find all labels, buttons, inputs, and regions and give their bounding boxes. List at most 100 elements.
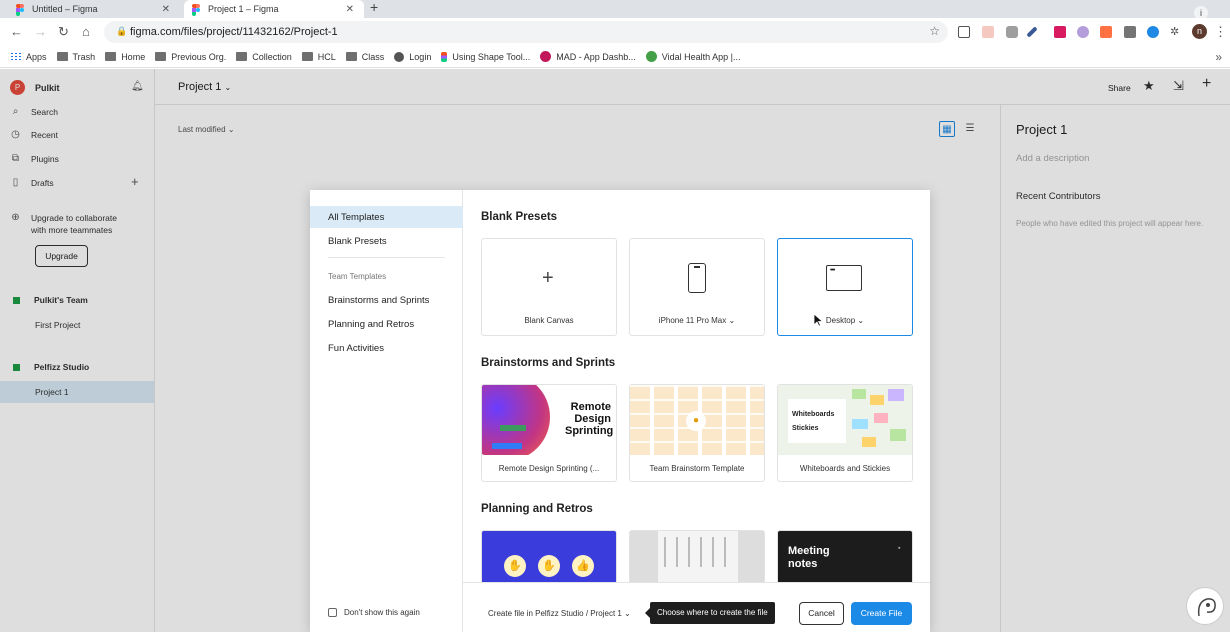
- home-icon[interactable]: ⌂: [82, 24, 90, 39]
- back-arrow-icon[interactable]: ←: [10, 24, 23, 39]
- emoji-icon: ●: [686, 411, 706, 431]
- template-card-planning-1[interactable]: ✋ ✋ 👍: [481, 530, 617, 582]
- tab-title: Untitled – Figma: [32, 4, 98, 14]
- template-card-desktop[interactable]: ••• Desktop ⌄: [777, 238, 913, 336]
- bookmark-class[interactable]: Class: [345, 52, 384, 62]
- browser-tab-project-1[interactable]: Project 1 – Figma ✕: [184, 0, 364, 18]
- folder-icon: [56, 52, 68, 61]
- bookmark-star-icon[interactable]: ☆: [929, 24, 940, 38]
- category-planning[interactable]: Planning and Retros: [328, 319, 414, 330]
- template-card-whiteboards[interactable]: Whiteboards Stickies Whiteboards and Stic…: [777, 384, 913, 482]
- tab-title: Project 1 – Figma: [208, 4, 279, 14]
- bookmark-login[interactable]: Login: [394, 51, 431, 62]
- hand-icon: ✋: [504, 555, 526, 577]
- vidal-icon: [645, 51, 657, 62]
- whiteboards-thumbnail: Whiteboards Stickies: [778, 385, 912, 455]
- apps-grid-icon: [10, 52, 21, 61]
- bookmark-using-shape-tool[interactable]: Using Shape Tool...: [441, 51, 530, 62]
- thumbs-up-icon: 👍: [572, 555, 594, 577]
- section-blank-presets: Blank Presets: [481, 211, 558, 223]
- location-dropdown[interactable]: Create file in Pelfizz Studio / Project …: [488, 609, 631, 618]
- card-label: iPhone 11 Pro Max ⌄: [658, 316, 736, 325]
- template-card-team-brainstorm[interactable]: ● Team Brainstorm Template: [629, 384, 765, 482]
- template-card-meeting-notes[interactable]: Meeting notes ▪: [777, 530, 913, 582]
- bookmarks-bar: Apps Trash Home Previous Org. Collection…: [0, 46, 1230, 68]
- close-icon[interactable]: ✕: [346, 4, 354, 15]
- figma-logo-icon: [192, 3, 200, 16]
- reload-icon[interactable]: ↻: [58, 24, 69, 40]
- bookmark-trash[interactable]: Trash: [56, 52, 95, 62]
- bookmark-collection[interactable]: Collection: [236, 52, 292, 62]
- close-icon[interactable]: ✕: [162, 4, 170, 15]
- card-label: Remote Design Sprinting (...: [498, 464, 600, 473]
- mad-icon: [540, 51, 552, 62]
- hand-icon: ✋: [538, 555, 560, 577]
- watermark-logo-icon: [1186, 587, 1224, 625]
- plus-icon: +: [542, 267, 554, 289]
- card-label: Desktop ⌄: [825, 316, 865, 325]
- extension-icon[interactable]: [1124, 26, 1136, 38]
- screen-capture-icon[interactable]: [958, 26, 970, 38]
- dont-show-checkbox[interactable]: [328, 608, 337, 617]
- template-picker-modal: All Templates Blank Presets Team Templat…: [310, 190, 930, 632]
- eyedropper-extension-icon[interactable]: [1026, 26, 1038, 38]
- lock-icon: 🔒: [116, 26, 128, 36]
- template-categories: All Templates Blank Presets Team Templat…: [310, 190, 463, 632]
- folder-icon: [345, 52, 357, 61]
- location-tooltip: Choose where to create the file: [645, 602, 775, 624]
- desktop-icon: •••: [826, 265, 862, 291]
- folder-icon: [155, 52, 167, 61]
- bookmark-mad-app[interactable]: MAD - App Dashb...: [540, 51, 636, 62]
- team-templates-heading: Team Templates: [328, 272, 387, 281]
- card-label: Blank Canvas: [524, 316, 574, 325]
- modal-footer: Create file in Pelfizz Studio / Project …: [463, 582, 930, 632]
- extension-badge-icon[interactable]: [1054, 26, 1066, 38]
- phone-icon: [688, 263, 706, 293]
- browser-toolbar: ← → ↻ ⌂ 🔒 figma.com/files/project/114321…: [0, 18, 1230, 46]
- address-bar[interactable]: 🔒 figma.com/files/project/11432162/Proje…: [104, 21, 948, 43]
- extension-icon[interactable]: [1147, 26, 1159, 38]
- folder-icon: [301, 52, 313, 61]
- card-label: Whiteboards and Stickies: [799, 464, 891, 473]
- remote-sprinting-thumbnail: Remote Design Sprinting: [482, 385, 616, 455]
- category-brainstorms[interactable]: Brainstorms and Sprints: [328, 295, 429, 306]
- puzzle-extensions-icon[interactable]: ✲: [1170, 26, 1182, 38]
- card-label: Team Brainstorm Template: [649, 464, 745, 473]
- new-tab-button[interactable]: +: [370, 0, 378, 15]
- cancel-button[interactable]: Cancel: [799, 602, 844, 625]
- folder-icon: [236, 52, 248, 61]
- profile-avatar[interactable]: n: [1192, 24, 1207, 39]
- figma-logo-icon: [441, 51, 448, 62]
- mouse-cursor-icon: [814, 314, 823, 327]
- more-menu-icon[interactable]: ⋮: [1214, 24, 1227, 40]
- bookmark-apps[interactable]: Apps: [10, 52, 47, 62]
- bookmarks-overflow-icon[interactable]: »: [1215, 50, 1222, 64]
- section-planning: Planning and Retros: [481, 503, 593, 515]
- bookmark-home[interactable]: Home: [105, 52, 145, 62]
- forward-arrow-icon[interactable]: →: [34, 24, 47, 39]
- bookmark-hcl[interactable]: HCL: [301, 52, 336, 62]
- category-all-templates[interactable]: All Templates: [328, 212, 384, 223]
- category-fun-activities[interactable]: Fun Activities: [328, 343, 384, 354]
- bookmark-vidal-health[interactable]: Vidal Health App |...: [645, 51, 741, 62]
- figma-logo-icon: [16, 3, 24, 16]
- template-card-blank-canvas[interactable]: + Blank Canvas: [481, 238, 617, 336]
- extension-icon[interactable]: [1077, 26, 1089, 38]
- dont-show-label: Don't show this again: [344, 608, 420, 617]
- category-blank-presets[interactable]: Blank Presets: [328, 236, 387, 247]
- template-grid: Blank Presets + Blank Canvas iPhone 11 P…: [463, 190, 930, 582]
- create-file-button[interactable]: Create File: [851, 602, 912, 625]
- calendar-extension-icon[interactable]: [982, 26, 994, 38]
- divider: [328, 257, 445, 258]
- team-brainstorm-thumbnail: ●: [630, 385, 764, 455]
- camera-extension-icon[interactable]: [1006, 26, 1018, 38]
- chart-extension-icon[interactable]: [1100, 26, 1112, 38]
- section-brainstorms: Brainstorms and Sprints: [481, 357, 616, 369]
- browser-tab-untitled[interactable]: Untitled – Figma ✕: [8, 0, 180, 18]
- template-card-remote-design-sprinting[interactable]: Remote Design Sprinting Remote Design Spri…: [481, 384, 617, 482]
- bookmark-previous-org[interactable]: Previous Org.: [155, 52, 226, 62]
- folder-icon: [105, 52, 117, 61]
- browser-tab-bar: Untitled – Figma ✕ Project 1 – Figma ✕ +…: [0, 0, 1230, 20]
- template-card-planning-2[interactable]: [629, 530, 765, 582]
- template-card-iphone[interactable]: iPhone 11 Pro Max ⌄: [629, 238, 765, 336]
